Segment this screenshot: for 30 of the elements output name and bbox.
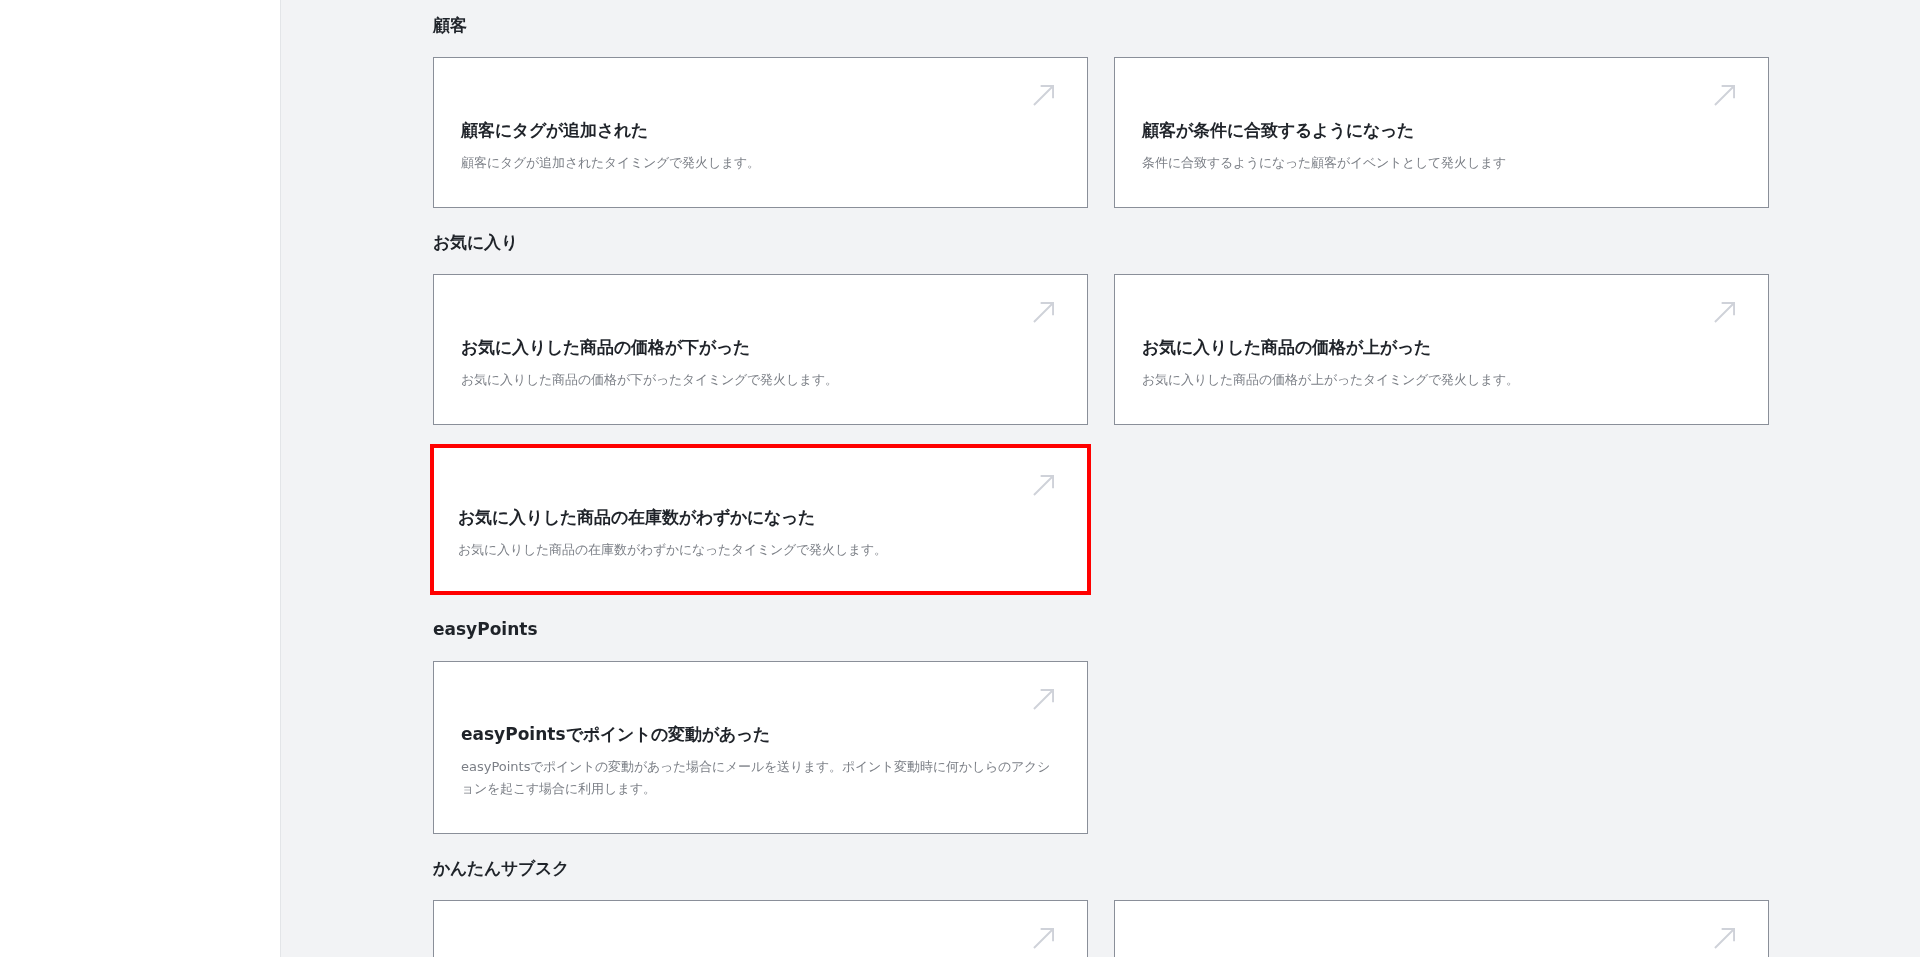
arrow-up-right-icon <box>1714 302 1735 323</box>
card-description: お気に入りした商品の価格が上がったタイミングで発火します。 <box>1142 371 1520 389</box>
section-heading: かんたんサブスク <box>433 857 570 880</box>
card-description: お気に入りした商品の価格が下がったタイミングで発火します。 <box>461 371 839 389</box>
card-title: お気に入りした商品の価格が下がった <box>461 336 751 359</box>
arrow-up-right-icon <box>1714 85 1735 106</box>
arrow-up-right-icon <box>1033 302 1054 323</box>
trigger-card[interactable]: 顧客にタグが追加された 顧客にタグが追加されたタイミングで発火します。 <box>433 57 1088 208</box>
trigger-card[interactable]: お気に入りした商品の価格が下がった お気に入りした商品の価格が下がったタイミングで発火します。 <box>433 274 1088 425</box>
section-heading: お気に入り <box>433 231 519 254</box>
trigger-card[interactable]: 顧客が条件に合致するようになった 条件に合致するようになった顧客がイベントとして発火します <box>1114 57 1769 208</box>
card-title: お気に入りした商品の価格が上がった <box>1142 336 1432 359</box>
trigger-card[interactable]: お気に入りした商品の在庫数がわずかになった お気に入りした商品の在庫数がわずかになったタイミングで発火します。 <box>430 444 1091 595</box>
card-description: 顧客にタグが追加されたタイミングで発火します。 <box>461 154 761 172</box>
trigger-card[interactable]: easyPointsでポイントの変動があった easyPointsでポイントの変動があった場合にメールを送ります。ポイント変動時に何かしらのアクションを起こす場合に利用します。 <box>433 661 1088 834</box>
card-title: 顧客が条件に合致するようになった <box>1142 119 1415 142</box>
card-title: 顧客にタグが追加された <box>461 119 649 142</box>
card-title: お気に入りした商品の在庫数がわずかになった <box>458 506 816 529</box>
arrow-up-right-icon <box>1033 689 1054 710</box>
card-title: easyPointsでポイントの変動があった <box>461 723 771 746</box>
section-heading: 顧客 <box>433 14 468 37</box>
arrow-up-right-icon <box>1033 475 1054 496</box>
arrow-up-right-icon <box>1033 85 1054 106</box>
card-description: easyPointsでポイントの変動があった場合にメールを送ります。ポイント変動時に何かしらのアクションを起こす場合に利用します。 <box>461 758 1052 798</box>
trigger-card[interactable]: お気に入りした商品の価格が上がった お気に入りした商品の価格が上がったタイミングで発火します。 <box>1114 274 1769 425</box>
card-description: 条件に合致するようになった顧客がイベントとして発火します <box>1142 154 1507 172</box>
section-heading: easyPoints <box>433 618 539 641</box>
arrow-up-right-icon <box>1033 928 1054 949</box>
arrow-up-right-icon <box>1714 928 1735 949</box>
card-description: お気に入りした商品の在庫数がわずかになったタイミングで発火します。 <box>458 541 888 559</box>
